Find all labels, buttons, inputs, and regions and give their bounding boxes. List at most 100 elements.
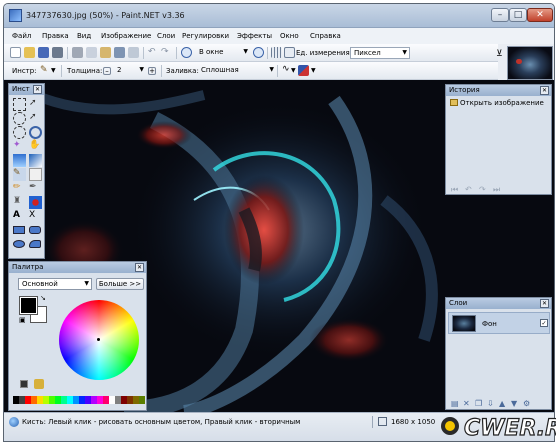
primary-color-swatch[interactable] (19, 296, 38, 315)
pan-icon[interactable]: ✋ (29, 140, 42, 153)
open-icon[interactable] (24, 47, 35, 58)
fast-forward-icon[interactable]: ⏭ (493, 185, 500, 195)
color-picker-icon[interactable]: ✒ (29, 182, 42, 195)
chevron-down-icon[interactable]: ▼ (291, 67, 296, 74)
palette-mini-swatch[interactable] (20, 380, 28, 388)
fill-label: Заливка: (166, 67, 199, 75)
image-size: 1680 x 1050 (391, 418, 436, 426)
pin-icon[interactable]: ⊻ (496, 49, 503, 59)
undo-icon[interactable]: ↶ (465, 185, 472, 194)
recolor-icon[interactable] (29, 196, 42, 209)
menu-edit[interactable]: Правка (42, 32, 69, 40)
gradient-icon[interactable] (29, 154, 42, 167)
copy-icon[interactable] (86, 47, 97, 58)
close-icon[interactable]: ✕ (135, 263, 144, 272)
deselect-icon[interactable] (128, 47, 139, 58)
info-icon (9, 417, 19, 427)
tools-panel: Инст ✕ ➚ ➚ ✦ ✋ ✎ ✏ ✒ ♜ A Ⅹ (8, 83, 45, 259)
move-icon[interactable]: ➚ (29, 112, 42, 125)
text-icon[interactable]: A (13, 210, 26, 223)
pencil-icon[interactable]: ✏ (13, 182, 26, 195)
brush-icon[interactable]: ✎ (40, 65, 51, 76)
image-thumbnail[interactable] (507, 46, 553, 80)
ellipse-select-icon[interactable] (13, 126, 26, 139)
cut-icon[interactable] (72, 47, 83, 58)
paintbrush-icon[interactable]: ✎ (13, 168, 26, 181)
lasso-select-icon[interactable] (13, 112, 26, 125)
tool-label: Инстр: (12, 67, 37, 75)
maximize-button[interactable]: □ (509, 8, 527, 22)
reset-colors-icon[interactable]: ▣ (19, 316, 26, 324)
swap-colors-icon[interactable]: ↘ (40, 294, 46, 302)
rectangle-select-icon[interactable] (13, 98, 26, 111)
freeform-shape-icon[interactable] (29, 240, 41, 248)
merge-layer-icon[interactable]: ⇩ (487, 399, 494, 408)
chevron-down-icon: ▼ (269, 66, 274, 73)
crop-icon[interactable] (114, 47, 125, 58)
zoom-value: В окне (199, 48, 224, 56)
layer-row[interactable]: Фон ✓ (448, 312, 550, 334)
redo-icon[interactable]: ↷ (161, 47, 172, 58)
eraser-icon[interactable] (29, 168, 42, 181)
menu-image[interactable]: Изображение (101, 32, 151, 40)
close-icon[interactable]: ✕ (540, 86, 549, 95)
menu-window[interactable]: Окно (280, 32, 299, 40)
layer-down-icon[interactable]: ▼ (511, 399, 517, 408)
rewind-icon[interactable]: ⏮ (451, 185, 458, 195)
layer-visibility-checkbox[interactable]: ✓ (540, 319, 548, 327)
layer-up-icon[interactable]: ▲ (499, 399, 505, 408)
chevron-down-icon[interactable]: ▼ (51, 67, 56, 74)
close-icon[interactable]: ✕ (33, 85, 42, 94)
menu-view[interactable]: Вид (77, 32, 91, 40)
history-item[interactable]: Открыть изображение (450, 99, 549, 109)
new-icon[interactable] (10, 47, 21, 58)
units-select[interactable]: Пиксел ▼ (350, 47, 410, 59)
save-icon[interactable] (38, 47, 49, 58)
move-selection-icon[interactable]: ➚ (29, 98, 42, 111)
rounded-rectangle-icon[interactable] (29, 226, 41, 234)
redo-icon[interactable]: ↷ (479, 185, 486, 194)
fill-select[interactable]: Сплошная ▼ (198, 65, 276, 77)
zoom-in-icon[interactable] (253, 47, 264, 58)
zoom-select[interactable]: В окне ▼ (196, 47, 250, 59)
close-button[interactable]: ✕ (527, 8, 553, 22)
antialiasing-icon[interactable]: ∿ (282, 64, 290, 74)
clone-stamp-icon[interactable]: ♜ (13, 196, 26, 209)
menu-layers[interactable]: Слои (157, 32, 175, 40)
paste-icon[interactable] (100, 47, 111, 58)
menu-effects[interactable]: Эффекты (237, 32, 272, 40)
chevron-down-icon[interactable]: ▼ (311, 67, 316, 74)
zoom-icon[interactable] (181, 47, 192, 58)
paint-bucket-icon[interactable] (13, 154, 26, 167)
menu-file[interactable]: Файл (12, 32, 31, 40)
grid-icon[interactable] (271, 47, 282, 58)
palette-swatch[interactable] (139, 396, 145, 404)
palette-select[interactable]: Основной ▼ (18, 278, 92, 290)
undo-icon[interactable]: ↶ (148, 47, 159, 58)
duplicate-layer-icon[interactable]: ❐ (475, 399, 482, 408)
more-button[interactable]: Больше >> (96, 278, 144, 290)
magic-wand-icon[interactable]: ✦ (13, 140, 26, 153)
palette-panel: Палитра ✕ Основной ▼ Больше >> ↘ ▣ (8, 261, 147, 411)
chevron-down-icon: ▼ (243, 48, 248, 55)
menu-adjustments[interactable]: Регулировки (182, 32, 229, 40)
increase-width-button[interactable]: + (148, 67, 156, 75)
minimize-button[interactable]: – (491, 8, 509, 22)
title-bar: 347737630.jpg (50%) - Paint.NET v3.36 – … (4, 4, 554, 28)
print-icon[interactable] (52, 47, 63, 58)
blend-mode-icon[interactable] (298, 65, 309, 76)
main-toolbar: ↶ ↷ В окне ▼ Ед. измерения: Пиксел ▼ (4, 44, 498, 62)
line-curve-icon[interactable]: Ⅹ (29, 210, 42, 223)
delete-layer-icon[interactable]: ✕ (463, 399, 470, 408)
zoom-tool-icon[interactable] (29, 126, 42, 139)
width-select[interactable]: 2 ▼ (114, 65, 146, 77)
decrease-width-button[interactable]: – (103, 67, 111, 75)
layer-properties-icon[interactable]: ⚙ (523, 399, 530, 408)
close-icon[interactable]: ✕ (540, 299, 549, 308)
rulers-icon[interactable] (284, 47, 295, 58)
ellipse-icon[interactable] (13, 240, 25, 248)
rectangle-icon[interactable] (13, 226, 25, 234)
add-layer-icon[interactable]: ▤ (451, 399, 459, 408)
menu-help[interactable]: Справка (310, 32, 341, 40)
palette-menu-icon[interactable] (34, 379, 44, 389)
